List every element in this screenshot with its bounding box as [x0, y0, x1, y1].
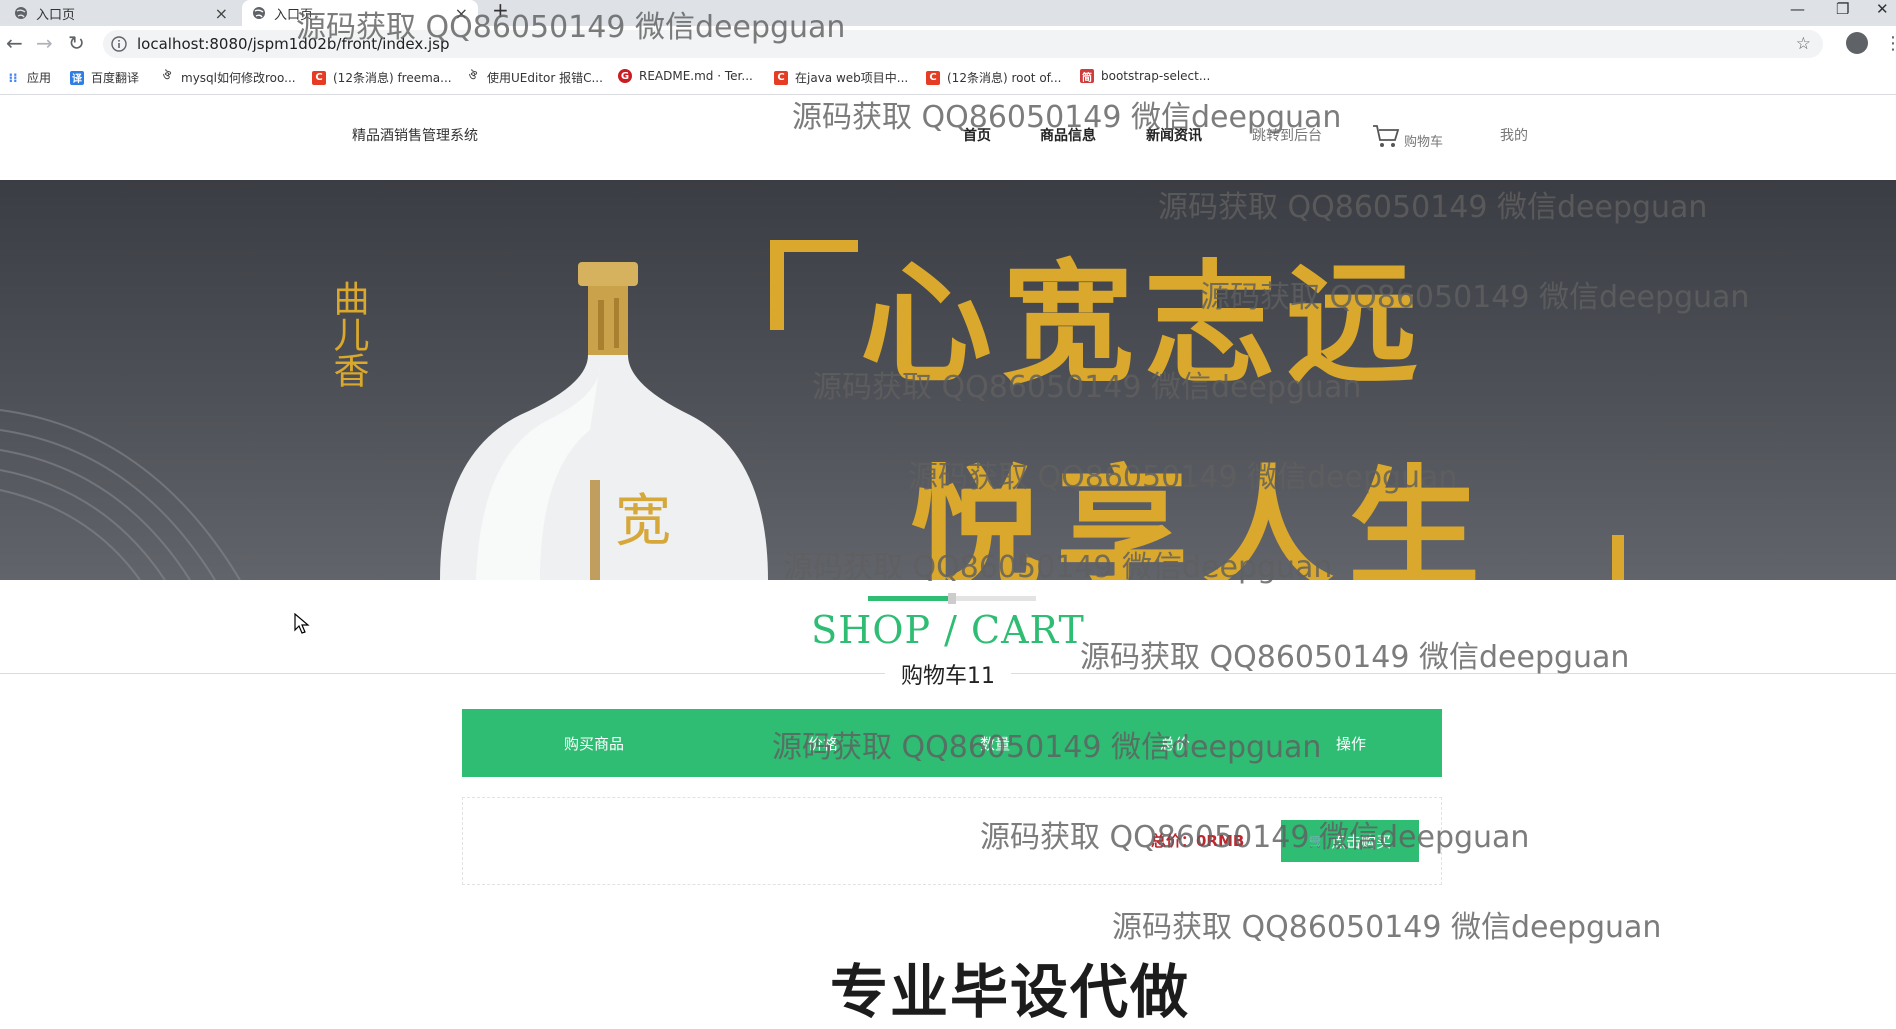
bookmark-item[interactable]: C (12条消息) root of... — [926, 69, 1061, 86]
bookmark-item[interactable]: C 在java web项目中... — [774, 69, 908, 86]
menu-kebab-icon[interactable]: ⋮ — [1884, 33, 1896, 54]
banner-arc-lines — [0, 409, 241, 580]
checkout-button-label: 点击购买 — [1331, 833, 1392, 851]
banner-slogan-line2: 悦享人生 — [910, 452, 1494, 580]
column-header-action: 操作 — [1336, 735, 1367, 753]
section-title: SHOP / CART — [811, 608, 1085, 652]
bookmark-label: 使用UEditor 报错C... — [487, 71, 603, 85]
site-logo-text[interactable]: 精品酒销售管理系统 — [352, 125, 478, 145]
translate-icon: 译 — [70, 70, 84, 85]
section-subtitle: 购物车11 — [0, 658, 1896, 690]
browser-tab-bar: 入口页 × 入口页 × + — ❐ ✕ — [0, 0, 1896, 26]
bookmark-label: 应用 — [27, 71, 52, 85]
browser-tab-active[interactable]: 入口页 × — [242, 0, 478, 26]
info-icon — [111, 36, 127, 52]
new-tab-plus-icon[interactable]: + — [492, 0, 509, 20]
nav-mine[interactable]: 我的 — [1500, 125, 1528, 145]
bookmark-label: README.md · Ter... — [639, 69, 753, 83]
bookmark-label: (12条消息) freema... — [333, 71, 452, 85]
bottle-text: 宽 — [615, 489, 671, 554]
browser-tab[interactable]: 入口页 × — [0, 0, 238, 26]
carousel-indicator-active — [868, 596, 948, 601]
banner-bracket-right — [1612, 535, 1624, 580]
column-header-total: 总价 — [1160, 735, 1191, 753]
minimize-icon[interactable]: — — [1790, 0, 1805, 18]
banner-brand-text: 曲儿香 — [328, 280, 369, 388]
window-close-icon[interactable]: ✕ — [1876, 0, 1889, 18]
csdn-icon: C — [926, 70, 940, 85]
bookmark-label: 在java web项目中... — [795, 71, 909, 85]
url-text: localhost:8080/jspm1d02b/front/index.jsp — [137, 35, 450, 53]
csdn-icon: C — [312, 70, 326, 85]
site-header: 精品酒销售管理系统 首页 商品信息 新闻资讯 跳转到后台 购物车 我的 — [0, 95, 1896, 180]
watermark-text: 源码获取 QQ86050149 微信deepguan — [1112, 910, 1662, 945]
bookmark-apps[interactable]: ⁝⁝ 应用 — [6, 69, 51, 86]
carousel-indicator-knob[interactable] — [948, 593, 956, 604]
banner-bracket-left — [770, 240, 858, 330]
forward-arrow-icon[interactable]: → — [36, 33, 53, 53]
column-header-product: 购买商品 — [564, 735, 625, 753]
bookmark-label: bootstrap-select... — [1101, 69, 1211, 83]
csdn-icon: C — [774, 70, 788, 85]
cart-icon: 🛒 — [1308, 833, 1326, 848]
bookmark-item[interactable]: 译 百度翻译 — [70, 69, 139, 86]
globe-icon — [253, 7, 265, 19]
tab-title: 入口页 — [36, 7, 76, 23]
address-bar[interactable]: localhost:8080/jspm1d02b/front/index.jsp… — [103, 30, 1823, 58]
mysql-icon: ঔ — [162, 71, 172, 82]
bookmark-label: 百度翻译 — [91, 71, 140, 85]
cart-subtitle-text: 购物车11 — [885, 664, 1011, 689]
bookmark-item[interactable]: G README.md · Ter... — [618, 69, 753, 83]
promo-overlay-text: 专业毕设代做 — [829, 958, 1190, 1026]
mouse-cursor-icon — [294, 613, 310, 634]
liquor-bottle-image: 宽 — [440, 262, 768, 580]
close-tab-icon[interactable]: × — [215, 4, 228, 23]
checkout-button[interactable]: 🛒 点击购买 — [1281, 820, 1419, 862]
mysql-icon: ঔ — [468, 71, 478, 82]
column-header-price: 价格 — [808, 735, 839, 753]
bookmark-site-icon: 简 — [1080, 69, 1094, 84]
banner-slogan-line1: 心宽志远 — [860, 247, 1428, 402]
nav-cart[interactable]: 购物车 — [1404, 131, 1443, 150]
bookmark-item[interactable]: ঔ mysql如何修改roo... — [160, 69, 296, 86]
restore-icon[interactable]: ❐ — [1836, 0, 1849, 18]
bookmark-label: mysql如何修改roo... — [181, 71, 296, 85]
banner-artwork: 宽 曲儿香 心宽志远 悦享人生 — [0, 240, 1624, 580]
nav-products[interactable]: 商品信息 — [1040, 125, 1096, 145]
bookmark-item[interactable]: 简 bootstrap-select... — [1080, 69, 1211, 84]
shopping-cart-icon[interactable] — [1372, 123, 1400, 149]
reload-icon[interactable]: ↻ — [68, 33, 85, 53]
nav-news[interactable]: 新闻资讯 — [1146, 125, 1202, 145]
cart-table-header: 购买商品 价格 数量 总价 操作 — [462, 709, 1442, 777]
cart-summary: 总价：0RMB 🛒 点击购买 — [462, 797, 1442, 885]
hero-banner: 宽 曲儿香 心宽志远 悦享人生 — [0, 180, 1896, 580]
nav-home[interactable]: 首页 — [963, 125, 991, 145]
tab-title: 入口页 — [274, 7, 314, 23]
bookmark-item[interactable]: C (12条消息) freema... — [312, 69, 452, 86]
bookmark-label: (12条消息) root of... — [947, 71, 1062, 85]
bookmarks-bar: ⁝⁝ 应用 译 百度翻译 ঔ mysql如何修改roo... C (12条消息)… — [0, 62, 1896, 95]
nav-admin[interactable]: 跳转到后台 — [1252, 125, 1322, 145]
apps-grid-icon: ⁝⁝ — [8, 70, 18, 85]
bookmark-star-icon[interactable]: ☆ — [1796, 34, 1811, 54]
cart-total-price: 总价：0RMB — [1151, 832, 1245, 850]
bookmark-item[interactable]: ঔ 使用UEditor 报错C... — [466, 69, 603, 86]
back-arrow-icon[interactable]: ← — [6, 33, 23, 53]
gitee-icon: G — [618, 69, 632, 83]
profile-avatar-icon[interactable] — [1846, 32, 1868, 54]
close-tab-icon[interactable]: × — [455, 4, 468, 23]
column-header-quantity: 数量 — [980, 735, 1011, 753]
globe-icon — [15, 7, 27, 19]
